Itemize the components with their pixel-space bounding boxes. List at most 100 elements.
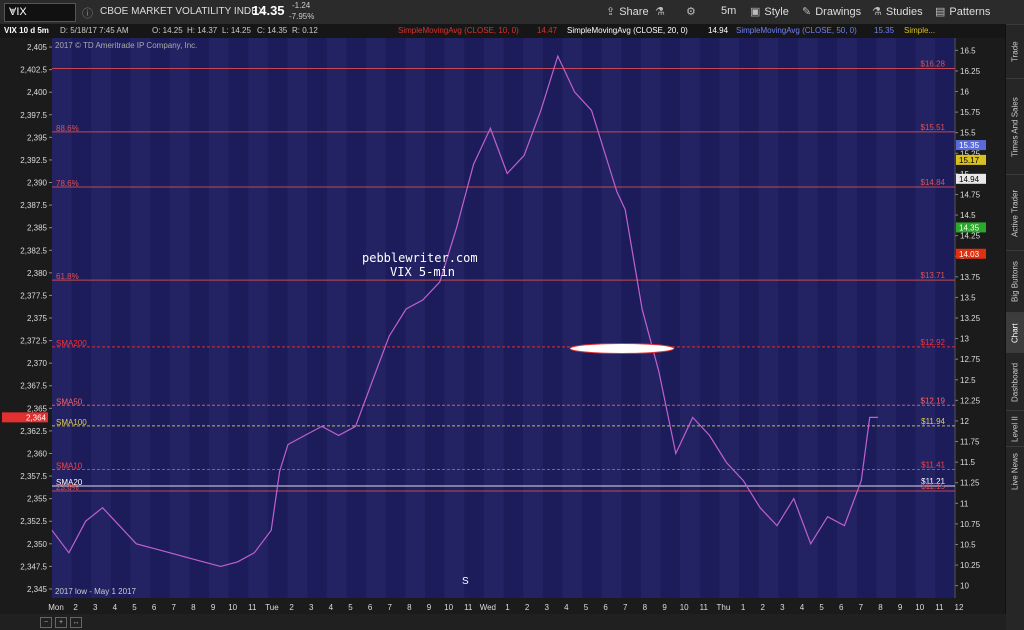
session-band [680,38,700,598]
price-chart[interactable]: 2,405 2,402.5 2,400 2,397.5 2,395 2,392.5 2,39… [0,38,1006,614]
level-tag: $12.19 [921,396,946,405]
x-tick-label: 9 [662,603,667,612]
session-band [52,38,72,598]
left-tick-label: 2,347.5 [20,562,47,571]
session-band [444,38,465,598]
info-icon[interactable]: ⓘ [82,5,93,21]
left-tick-label: 2,390 [27,179,48,188]
left-tick-label: 2,392.5 [20,156,47,165]
x-tick-label: 5 [819,603,824,612]
flask-button[interactable]: ⚗ [655,5,669,18]
tab-active-trader[interactable]: Active Trader [1006,174,1024,251]
bar-range: R: 0.12 [292,26,318,35]
left-tick-label: 2,350 [27,540,48,549]
low-note: 2017 low - May 1 2017 [55,587,136,596]
pct-change: -7.95% [289,12,315,21]
bar-close: C: 14.35 [257,26,288,35]
tab-live-news[interactable]: Live News [1006,446,1024,497]
x-tick-label: 10 [444,603,453,612]
x-tick-label: 11 [464,603,473,612]
right-tick-label: 12 [960,417,969,426]
share-button[interactable]: ⇪ Share [606,5,649,18]
x-tick-label: 3 [93,603,98,612]
right-tick-label: 12.25 [960,396,981,405]
left-tick-label: 2,362.5 [20,427,47,436]
x-tick-label: 4 [564,603,569,612]
x-tick-label: 11 [248,603,257,612]
x-tick-label: 11 [700,603,709,612]
session-band [719,38,740,598]
session-band [837,38,857,598]
zoom-in-button[interactable]: + [55,617,67,628]
tab-times-and-sales[interactable]: Times And Sales [1006,78,1024,175]
right-tick-label: 12.5 [960,376,976,385]
left-tick-label: 2,352.5 [20,517,47,526]
symbol-input[interactable]: VIX ▼ [4,3,76,22]
left-tick-label: 2,370 [27,359,48,368]
left-tick-label: 2,377.5 [20,291,47,300]
x-tick-label: 2 [760,603,765,612]
bar-high: H: 14.37 [187,26,218,35]
interval-button[interactable]: 5m [721,5,736,17]
patterns-button[interactable]: ▤ Patterns [935,5,990,18]
x-tick-label: 9 [427,603,432,612]
left-tick-label: 2,387.5 [20,201,47,210]
right-tick-label: 16.5 [960,46,976,55]
x-tick-label: 9 [211,603,216,612]
pencil-icon: ✎ [802,6,812,18]
x-tick-label: 1 [741,603,746,612]
right-tick-label: 10.75 [960,520,981,529]
x-tick-label: 2 [289,603,294,612]
x-tick-label: 10 [228,603,237,612]
tab-chart[interactable]: Chart [1006,312,1024,353]
x-tick-label: 4 [800,603,805,612]
price-tag-label: 14.03 [959,250,980,259]
session-band [287,38,308,598]
tab-trade[interactable]: Trade [1006,24,1024,79]
left-tick-label: 2,382.5 [20,246,47,255]
level-tag: $11.41 [921,461,945,470]
settings-button[interactable]: ⚙ [686,5,700,18]
zoom-out-button[interactable]: − [40,617,52,628]
chevron-down-icon[interactable]: ▼ [9,6,72,16]
left-tick-label: 2,397.5 [20,111,47,120]
x-tick-label: 5 [584,603,589,612]
session-band [640,38,661,598]
zoom-fit-button[interactable]: ↔ [70,617,82,628]
x-tick-label: 7 [859,603,864,612]
x-tick-label: 10 [680,603,689,612]
x-tick-label: 5 [132,603,137,612]
tab-big-buttons[interactable]: Big Buttons [1006,250,1024,313]
left-tick-label: 2,395 [27,133,48,142]
level-label: SMA200 [56,339,87,348]
highlight-ellipse [569,342,675,354]
flask-icon: ⚗ [655,6,665,18]
copyright-text: 2017 © TD Ameritrade IP Company, Inc. [55,41,197,50]
x-tick-label: 4 [113,603,118,612]
session-band [483,38,504,598]
right-tick-label: 11.75 [960,438,980,447]
x-tick-label: 1 [505,603,510,612]
studies-button[interactable]: ⚗ Studies [872,5,923,18]
left-tick-label: 2,400 [27,88,48,97]
chart-info-bar: VIX 10 d 5m D: 5/18/17 7:45 AM O: 14.25 … [0,24,1006,38]
tab-dashboard[interactable]: Dashboard [1006,352,1024,411]
tab-level-ii[interactable]: Level II [1006,410,1024,447]
style-icon: ▣ [750,6,761,18]
right-tick-label: 13.5 [960,293,976,302]
level-tag: $15.51 [921,123,946,132]
sma10-value: 14.47 [537,26,558,35]
drawings-button[interactable]: ✎ Drawings [802,5,861,18]
level-label: 88.6% [56,124,79,133]
price-tag-label: 15.17 [959,156,980,165]
style-button[interactable]: ▣ Style [750,5,789,18]
chart-title: VIX 10 d 5m [4,26,49,35]
sma50-value: 15.35 [874,26,895,35]
x-tick-label: 5 [348,603,353,612]
x-tick-label: 3 [545,603,550,612]
left-tick-label: 2,372.5 [20,337,47,346]
sma-more-legend: Simple... [904,26,936,35]
session-band [209,38,229,598]
right-tick-label: 10.25 [960,561,981,570]
patterns-label: Patterns [949,6,991,18]
